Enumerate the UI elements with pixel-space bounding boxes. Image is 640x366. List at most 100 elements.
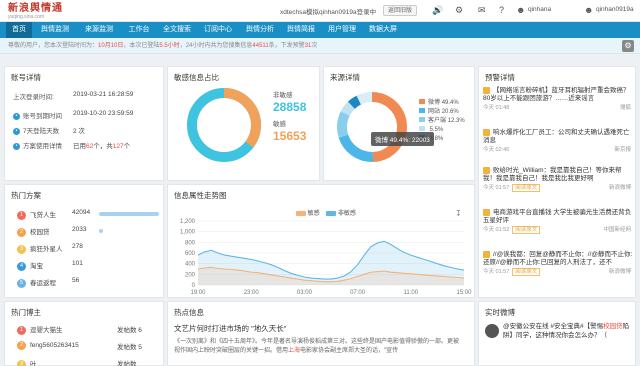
logo-url: yuqing.sina.com bbox=[8, 14, 45, 20]
nav-user-management[interactable]: 用户管理 bbox=[322, 22, 362, 38]
alert-item[interactable]: 【网络谣言粉碎机】蓝牙耳机辐射严重会致癌？80岁以上不能跟团旅游？……近来谣言 … bbox=[483, 87, 633, 112]
gear-icon[interactable]: ⚙ bbox=[455, 5, 463, 15]
bell-icon bbox=[483, 251, 490, 258]
plan-bar bbox=[99, 229, 103, 233]
login-days-row: • 7天登陆天数 2 次 bbox=[13, 125, 85, 135]
panel-title: 信息属性走势图 bbox=[174, 191, 227, 200]
mail-icon[interactable]: ✉ bbox=[478, 5, 486, 15]
hot-info-body: 《一次别离》和《四十五周年》。今年是著名导演杨俊稻成第三对。这些终是国产电影值得… bbox=[174, 339, 460, 354]
plan-row[interactable]: 2 校园贷 2033 bbox=[17, 226, 103, 237]
logo[interactable]: 新浪舆情通 yuqing.sina.com bbox=[8, 3, 78, 20]
user-name-secondary[interactable]: qinhan0919a bbox=[596, 6, 634, 13]
alert-item[interactable]: 电商游戏平台直播钱 大学生被骗光生活费还背负五星好评 今天 01:52 阅读原文中… bbox=[483, 209, 633, 235]
read-original-button[interactable]: 阅读原文 bbox=[512, 184, 541, 193]
plan-icon: • bbox=[13, 142, 20, 150]
y-tick-label: 0 bbox=[192, 283, 196, 289]
panel-title: 账号详情 bbox=[11, 73, 41, 82]
y-tick-label: 200 bbox=[185, 272, 196, 278]
sens-value: 15653 bbox=[273, 129, 307, 143]
plan-row[interactable]: 4 淘宝 101 bbox=[17, 260, 83, 271]
x-tick-label: 07:00 bbox=[350, 290, 366, 296]
last-login-row: 上次登录时间: 2019-03-21 16:28:59 bbox=[13, 91, 134, 101]
plan-row[interactable]: 5 春运返程 56 bbox=[17, 277, 79, 288]
nav-workbench[interactable]: 工作台 bbox=[122, 22, 156, 38]
y-tick-label: 800 bbox=[185, 240, 196, 246]
legend-item[interactable]: 微博 49.4% bbox=[419, 99, 465, 108]
settings-button[interactable]: ⚙ bbox=[622, 40, 634, 52]
user-icon[interactable]: ☻ bbox=[516, 5, 525, 15]
legend-item[interactable]: 客户端 12.3% bbox=[419, 117, 465, 126]
help-icon[interactable]: ? bbox=[499, 5, 504, 15]
nav-analysis[interactable]: 舆情分析 bbox=[240, 22, 280, 38]
nav-subscription[interactable]: 订阅中心 bbox=[198, 22, 238, 38]
user-icon[interactable]: ☻ bbox=[584, 5, 593, 15]
x-tick-label: 11:00 bbox=[404, 290, 419, 296]
read-original-button[interactable]: 阅读原文 bbox=[512, 268, 541, 277]
panel-title: 预警详情 bbox=[485, 73, 515, 82]
panel-title: 敏感信息占比 bbox=[174, 73, 219, 82]
calendar-icon: • bbox=[13, 112, 20, 120]
top-bar: 新浪舆情通 yuqing.sina.com xdtechsa模拟qinhan09… bbox=[0, 0, 640, 22]
sensitive-donut-chart bbox=[187, 88, 261, 162]
plan-usage-row: • 方案使用详情 已用62个，共127个 bbox=[13, 140, 130, 150]
y-tick-label: 600 bbox=[185, 251, 196, 257]
hot-info-panel: 热点信息 文艺片何时打进市场的 "地久天长" 《一次别离》和《四十五周年》。今年… bbox=[167, 301, 475, 366]
read-original-button[interactable]: 阅读原文 bbox=[512, 226, 541, 235]
avatar[interactable] bbox=[485, 324, 499, 338]
panel-title: 来源详情 bbox=[330, 73, 360, 82]
bell-icon bbox=[483, 87, 490, 94]
nav-fulltext-search[interactable]: 全文搜索 bbox=[157, 22, 197, 38]
bell-icon bbox=[483, 167, 490, 174]
bell-icon bbox=[483, 209, 490, 216]
nav-briefing[interactable]: 舆情简报 bbox=[281, 22, 321, 38]
y-tick-label: 1,000 bbox=[180, 230, 196, 236]
blogger-row[interactable]: 2 feng5605263415 发帖数 5 bbox=[17, 341, 142, 351]
sensitive-panel: 敏感信息占比 非敏感 28858 敏感 15653 bbox=[167, 66, 320, 181]
bell-icon bbox=[483, 129, 490, 136]
legend-item[interactable]: 网站 20.6% bbox=[419, 108, 465, 117]
login-icon: • bbox=[13, 127, 20, 135]
sens-label: 敏感 bbox=[273, 121, 286, 128]
y-tick-label: 400 bbox=[185, 262, 196, 268]
alert-item[interactable]: 败给时光_William：我是靠我自己！等你来帮我！我是靠我自己！我是我比我更好… bbox=[483, 167, 633, 193]
chart-tooltip: 微博 49.4%: 22003 bbox=[371, 132, 434, 146]
nonsens-value: 28858 bbox=[273, 100, 307, 114]
nav-home[interactable]: 首页 bbox=[6, 22, 32, 38]
source-panel: 来源详情 微博 49.4% 网站 20.6% 客户端 12.3% 5.5% 4.… bbox=[323, 66, 475, 181]
nav-monitoring[interactable]: 舆情监测 bbox=[34, 22, 76, 38]
user-name-primary[interactable]: qinhana bbox=[528, 6, 551, 13]
account-panel: 账号详情 上次登录时间: 2019-03-21 16:28:59 • 账号到期时间 2… bbox=[4, 66, 164, 181]
blogger-row[interactable]: 1 逗婴大猫生 发帖数 6 bbox=[17, 324, 142, 335]
plan-row[interactable]: 3 疯狂外星人 278 bbox=[17, 243, 83, 254]
weibo-post[interactable]: @安徽公安在线 #安全宝典#【警惕校园贷陷阱】同学，这种情况你会怎么办？（ bbox=[503, 323, 631, 340]
panel-title: 热门博主 bbox=[11, 308, 41, 317]
return-old-version-button[interactable]: 返回旧版 bbox=[383, 5, 418, 16]
panel-title: 热点信息 bbox=[174, 308, 204, 317]
alert-item[interactable]: //@诶我都：回复@静而不止你：//@静而不止你:还原//@静而不止你:已回复的… bbox=[483, 251, 633, 277]
plan-row[interactable]: 1 飞贷人生 42094 bbox=[17, 209, 159, 220]
bloggers-panel: 热门博主 1 逗婴大猫生 发帖数 6 2 feng5605263415 发帖数 5 3叶… bbox=[4, 301, 164, 366]
panel-title: 热门方案 bbox=[11, 191, 41, 200]
alerts-panel: 预警详情 【网络谣言粉碎机】蓝牙耳机辐射严重会致癌？80岁以上不能跟团旅游？……… bbox=[478, 66, 636, 298]
panel-title: 实时微博 bbox=[485, 308, 515, 317]
weibo-panel: 实时微博 @安徽公安在线 #安全宝典#【警惕校园贷陷阱】同学，这种情况你会怎么办… bbox=[478, 301, 636, 366]
x-tick-label: 15:00 bbox=[456, 290, 472, 296]
login-notice: 尊敬的用户，您本次登陆时间为：10月10日，本次已登陆5.5小时，24小时内共为… bbox=[0, 38, 640, 54]
trend-panel: 信息属性走势图 ↧ 敏感 非敏感 1,200 1,000 800 600 400 200 0… bbox=[167, 184, 475, 298]
login-status: xdtechsa模拟qinhan0919a登录中 bbox=[280, 9, 377, 16]
nav-source-monitoring[interactable]: 来源监测 bbox=[78, 22, 120, 38]
source-donut-chart bbox=[337, 92, 407, 162]
main-nav: 首页 舆情监测 来源监测 工作台 全文搜索 订阅中心 舆情分析 舆情简报 用户管… bbox=[0, 22, 640, 38]
volume-icon[interactable]: 🔊 bbox=[432, 5, 443, 15]
logo-text: 新浪舆情通 bbox=[8, 3, 63, 14]
plan-bar bbox=[99, 212, 159, 216]
alert-item[interactable]: 响水爆炸化工厂员工：公司和丈夫确认遇难死亡消息 今天 02:46 新京报 bbox=[483, 129, 633, 154]
x-tick-label: 03:00 bbox=[297, 290, 313, 296]
hot-info-headline[interactable]: 文艺片何时打进市场的 "地久天长" bbox=[174, 323, 286, 334]
x-tick-label: 19:00 bbox=[190, 290, 206, 296]
blogger-row[interactable]: 3 叶发帖数 bbox=[17, 358, 137, 366]
x-tick-label: 23:00 bbox=[244, 290, 260, 296]
expire-row: • 账号到期时间 2019-10-20 23:59:59 bbox=[13, 110, 133, 120]
nav-data-screen[interactable]: 数据大屏 bbox=[363, 22, 403, 38]
nonsens-label: 非敏感 bbox=[273, 92, 293, 99]
